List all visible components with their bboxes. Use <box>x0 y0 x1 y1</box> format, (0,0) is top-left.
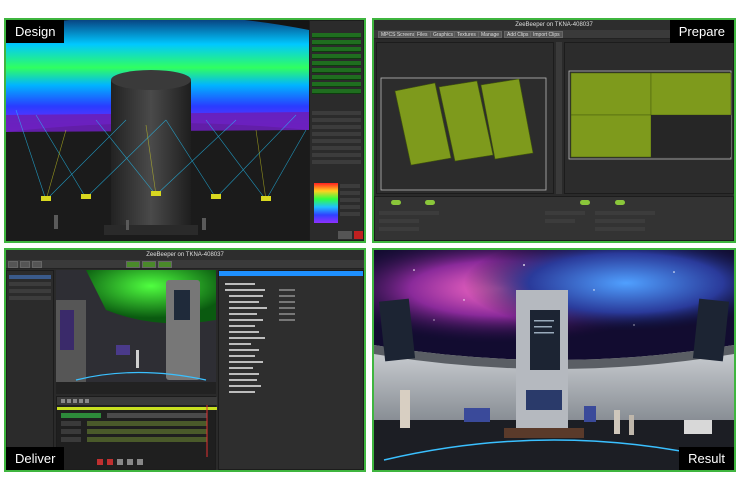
tab-mpcs-screens[interactable]: MPCS Screens <box>378 31 419 38</box>
tab-manage[interactable]: Manage <box>478 31 503 38</box>
toolbar-green-3[interactable] <box>158 261 172 268</box>
prepare-input-canvas[interactable] <box>376 42 554 194</box>
galaxy-ceiling-render <box>374 250 734 470</box>
result-quadrant: Result <box>372 248 736 472</box>
import-clips-button[interactable]: Import Clips <box>530 31 563 38</box>
design-3d-viewport[interactable] <box>6 20 309 241</box>
scene-tree <box>225 283 295 393</box>
toggle-wireframe-out[interactable] <box>615 200 625 205</box>
toolbar-button-3[interactable] <box>32 261 42 268</box>
timeline-track <box>57 397 217 465</box>
toolbar-button-1[interactable] <box>8 261 18 268</box>
timeline-panel[interactable] <box>56 396 217 470</box>
toolbar-green-1[interactable] <box>126 261 140 268</box>
design-quadrant: Design <box>4 18 366 243</box>
tab-files[interactable]: Files <box>414 31 431 38</box>
deliver-toolbar <box>6 260 364 269</box>
mesh-tile-input <box>380 77 547 191</box>
deliver-3d-viewport[interactable] <box>56 270 216 394</box>
close-button[interactable] <box>354 231 363 239</box>
tab-textures[interactable]: Textures <box>454 31 479 38</box>
toggle-stepping-out[interactable] <box>580 200 590 205</box>
prepare-label: Prepare <box>669 20 734 43</box>
mesh-tile-output <box>568 70 732 160</box>
render-button[interactable] <box>338 231 352 239</box>
deliver-label: Deliver <box>6 447 65 470</box>
tab-graphics[interactable]: Graphics <box>430 31 457 38</box>
add-clips-button[interactable]: Add Clips <box>504 31 532 38</box>
prepare-output-canvas[interactable] <box>564 42 734 194</box>
toolbar-button-2[interactable] <box>20 261 30 268</box>
deliver-quadrant: ZeeBeeper on TKNA-408037 Deliver <box>4 248 366 472</box>
dome-projection-render <box>6 20 309 241</box>
tree-header <box>219 271 363 276</box>
prepare-settings-panel <box>374 196 734 241</box>
result-label: Result <box>679 447 734 470</box>
prepare-quadrant: ZeeBeeper on TKNA-408037 MPCS Screens Fi… <box>372 18 736 243</box>
heatmap-legend <box>314 183 338 223</box>
deliver-scene-render <box>56 270 216 394</box>
design-label: Design <box>6 20 65 43</box>
prepare-splitter[interactable] <box>556 42 562 194</box>
toggle-stepping[interactable] <box>391 200 401 205</box>
deliver-tree-panel[interactable] <box>218 270 364 470</box>
toolbar-green-2[interactable] <box>142 261 156 268</box>
deliver-left-panel <box>6 270 54 470</box>
design-properties-panel <box>309 20 364 241</box>
toggle-wireframe[interactable] <box>425 200 435 205</box>
deliver-window-title: ZeeBeeper on TKNA-408037 <box>6 250 364 260</box>
